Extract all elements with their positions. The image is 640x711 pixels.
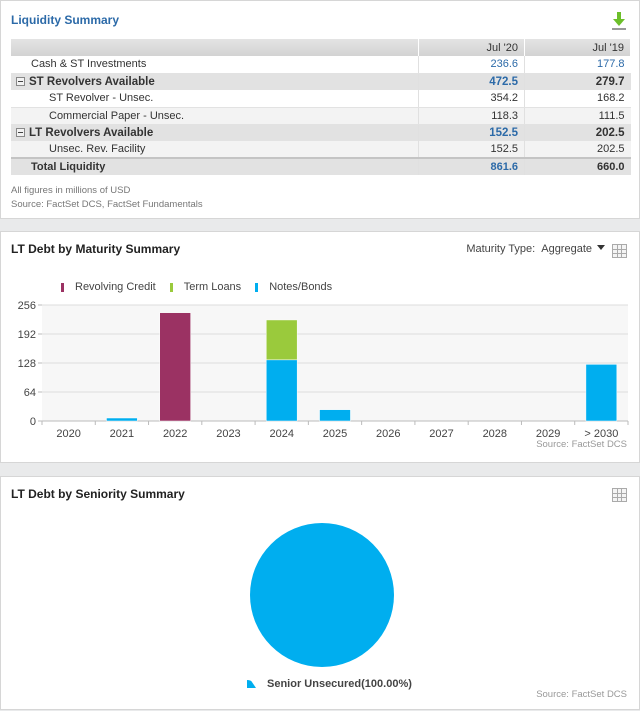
maturity-summary-panel: LT Debt by Maturity Summary Maturity Typ… xyxy=(0,231,640,463)
seniority-source: Source: FactSet DCS xyxy=(536,689,627,700)
bar-term-loans xyxy=(266,319,298,361)
bar-notes-bonds xyxy=(319,409,351,422)
x-tick-label: 2028 xyxy=(483,428,507,440)
row-value-jul19: 202.5 xyxy=(524,141,631,159)
row-value-jul19: 202.5 xyxy=(524,123,631,141)
bar-notes-bonds xyxy=(266,359,298,422)
bar-notes-bonds xyxy=(585,364,618,422)
row-value-jul19[interactable]: 177.8 xyxy=(524,56,631,74)
table-row-group: LT Revolvers Available 152.5 202.5 xyxy=(11,123,631,141)
table-row: Unsec. Rev. Facility 152.5 202.5 xyxy=(11,141,631,159)
liquidity-summary-panel: Liquidity Summary Jul '20 Jul '19 Cash &… xyxy=(0,0,640,219)
y-tick-label: 192 xyxy=(18,329,36,341)
table-row: ST Revolver - Unsec. 354.2 168.2 xyxy=(11,90,631,108)
x-tick-label: 2022 xyxy=(163,428,187,440)
footnote-source: Source: FactSet DCS, FactSet Fundamental… xyxy=(11,199,203,210)
collapse-icon[interactable] xyxy=(16,127,25,137)
row-label: Cash & ST Investments xyxy=(11,56,419,74)
x-tick-label: 2020 xyxy=(56,428,80,440)
row-value-jul20[interactable]: 152.5 xyxy=(418,123,525,141)
table-row-group: ST Revolvers Available 472.5 279.7 xyxy=(11,72,631,90)
x-tick-label: 2023 xyxy=(216,428,240,440)
liquidity-summary-title: Liquidity Summary xyxy=(11,13,120,27)
row-label: ST Revolver - Unsec. xyxy=(11,90,419,108)
bar-revolving-credit xyxy=(159,312,191,422)
table-row-total: Total Liquidity 861.6 660.0 xyxy=(11,157,631,175)
row-value-jul19: 660.0 xyxy=(524,157,631,175)
row-label: LT Revolvers Available xyxy=(29,126,154,139)
col-header-jul19[interactable]: Jul '19 xyxy=(524,39,631,56)
row-value-jul19: 111.5 xyxy=(524,107,631,125)
bar-notes-bonds xyxy=(106,417,138,422)
row-label: ST Revolvers Available xyxy=(29,75,155,88)
table-row: Cash & ST Investments 236.6 177.8 xyxy=(11,56,631,74)
table-row: Commercial Paper - Unsec. 118.3 111.5 xyxy=(11,107,631,125)
row-value-jul20[interactable]: 861.6 xyxy=(418,157,525,175)
row-value-jul19: 168.2 xyxy=(524,90,631,108)
y-tick-label: 0 xyxy=(30,416,36,428)
x-tick-label: 2026 xyxy=(376,428,400,440)
y-tick-label: 64 xyxy=(24,387,36,399)
download-icon[interactable] xyxy=(611,11,627,31)
x-tick-label: 2027 xyxy=(429,428,453,440)
y-tick-label: 256 xyxy=(18,300,36,312)
footnote-units: All figures in millions of USD xyxy=(11,185,131,196)
row-value-jul20: 152.5 xyxy=(418,141,525,159)
row-label: Unsec. Rev. Facility xyxy=(11,141,419,159)
maturity-bar-chart: 0 64 128 192 256 2020 2021 2022 2023 2024 2025 2026… xyxy=(18,300,629,440)
col-header-label xyxy=(11,39,419,56)
pie-slice-senior-unsecured[interactable] xyxy=(250,523,394,667)
collapse-icon[interactable] xyxy=(16,76,25,86)
y-tick-label: 128 xyxy=(18,358,36,370)
legend-swatch xyxy=(247,680,256,688)
x-tick-label: 2025 xyxy=(323,428,347,440)
liquidity-table-header: Jul '20 Jul '19 xyxy=(11,39,631,56)
seniority-pie-chart xyxy=(250,523,394,667)
row-value-jul20[interactable]: 472.5 xyxy=(418,72,525,90)
row-value-jul20: 118.3 xyxy=(418,107,525,125)
row-value-jul20: 354.2 xyxy=(418,90,525,108)
maturity-source: Source: FactSet DCS xyxy=(536,439,627,450)
row-value-jul19: 279.7 xyxy=(524,72,631,90)
x-tick-label: 2024 xyxy=(269,428,293,440)
legend-label: Senior Unsecured(100.00%) xyxy=(267,678,412,690)
liquidity-table: Jul '20 Jul '19 Cash & ST Investments 23… xyxy=(11,39,631,175)
row-label: Total Liquidity xyxy=(11,157,419,175)
pie-legend-item[interactable]: Senior Unsecured(100.00%) xyxy=(247,678,412,690)
col-header-jul20[interactable]: Jul '20 xyxy=(418,39,525,56)
seniority-summary-panel: LT Debt by Seniority Summary Senior Unse… xyxy=(0,476,640,710)
row-label: Commercial Paper - Unsec. xyxy=(11,107,419,125)
x-tick-label: 2021 xyxy=(110,428,134,440)
row-value-jul20[interactable]: 236.6 xyxy=(418,56,525,74)
